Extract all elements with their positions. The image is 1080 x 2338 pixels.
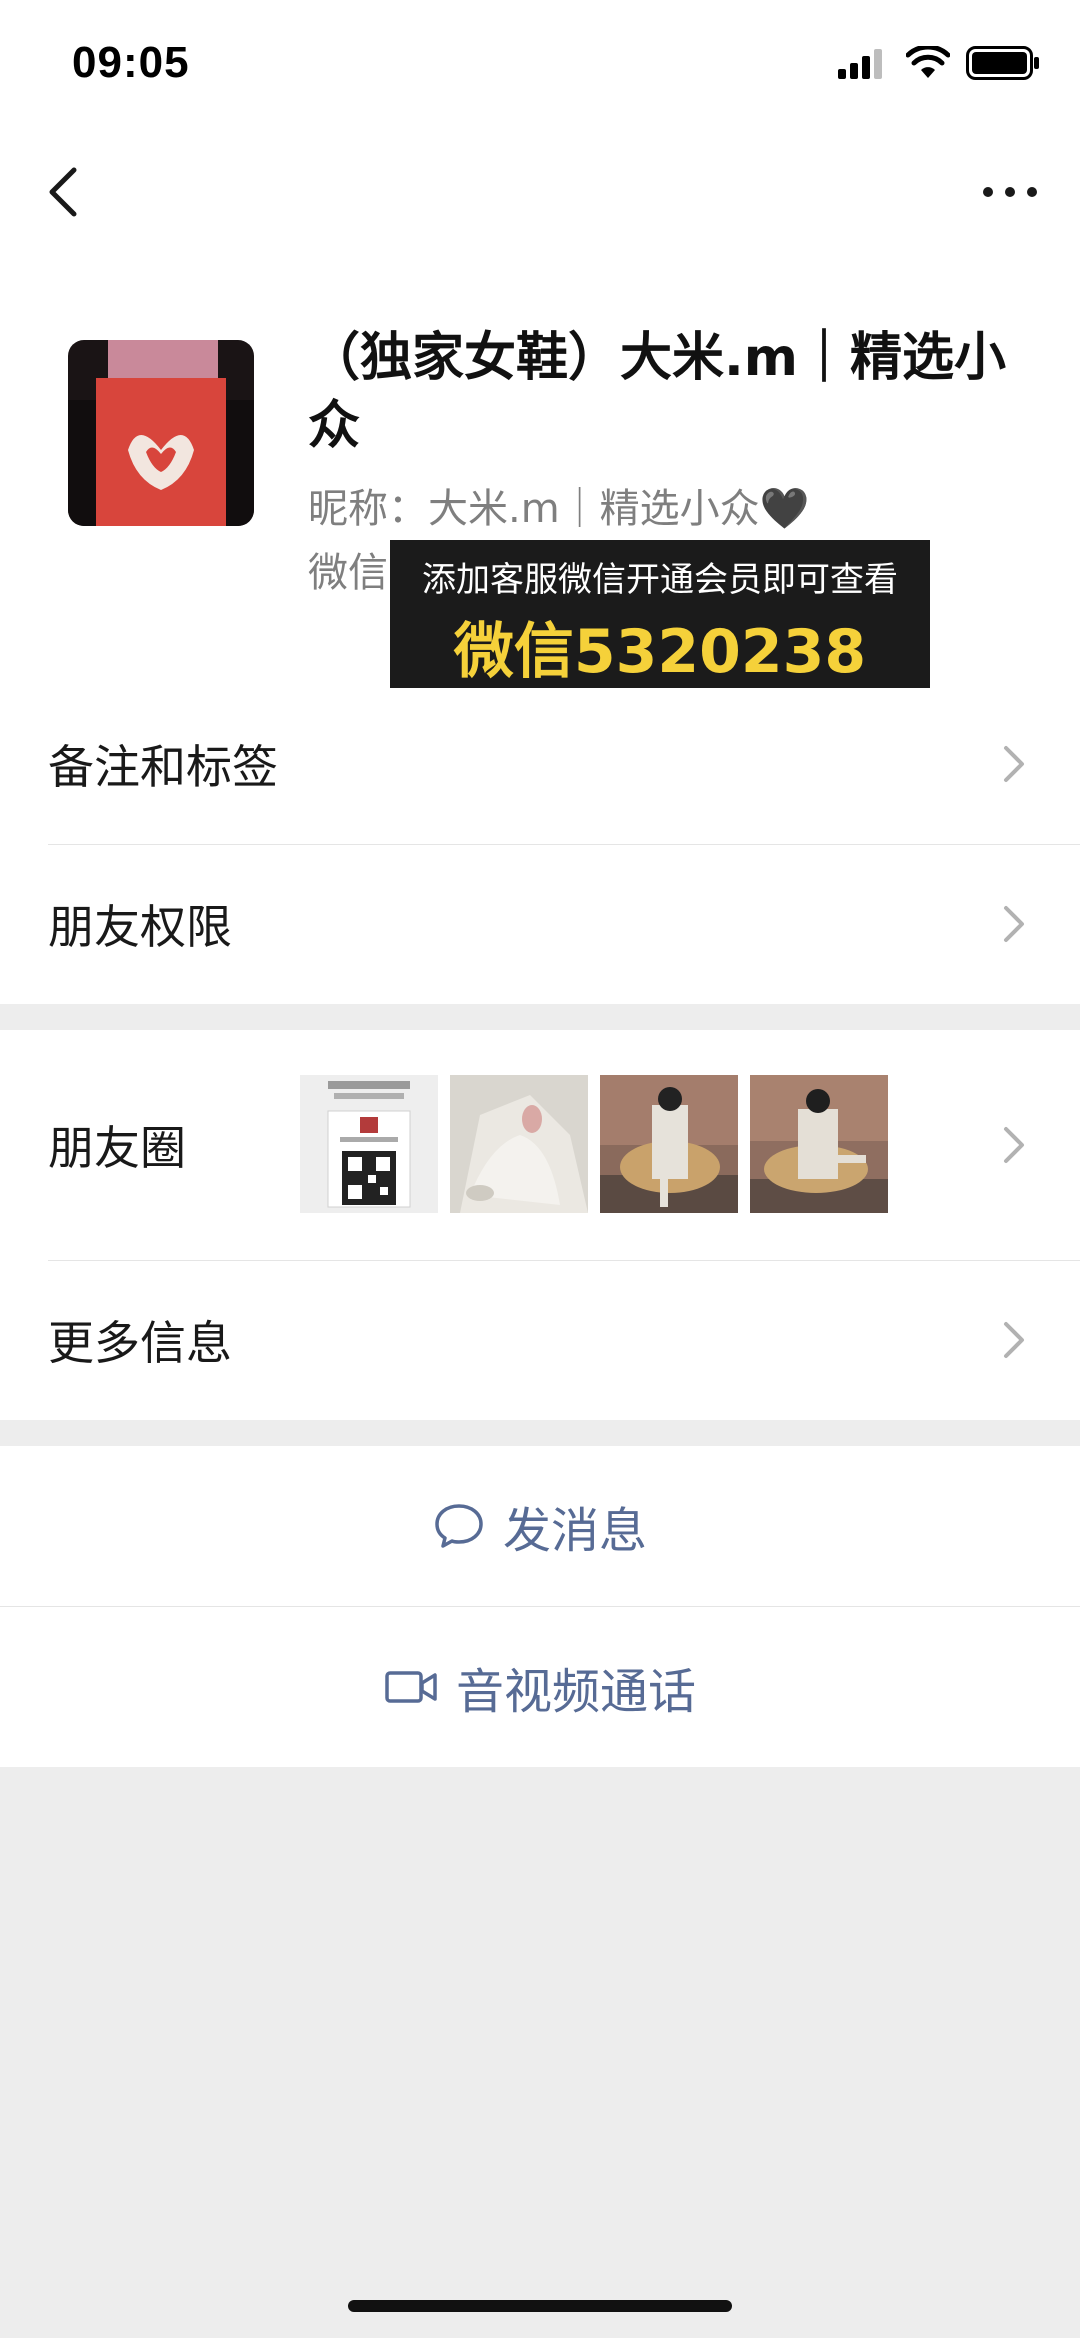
moments-thumbnails — [300, 1075, 888, 1213]
promo-text: 添加客服微信开通会员即可查看 — [422, 560, 898, 600]
settings-group: 备注和标签 朋友权限 — [0, 684, 1080, 1004]
video-camera-icon — [385, 1671, 437, 1703]
chat-bubble-icon — [435, 1504, 483, 1548]
notes-tags-label: 备注和标签 — [48, 740, 278, 794]
notes-tags-row[interactable]: 备注和标签 — [0, 684, 1080, 844]
more-options-icon[interactable] — [980, 172, 1040, 212]
battery-icon — [966, 46, 1039, 80]
home-indicator[interactable] — [348, 2300, 732, 2312]
video-call-label: 音视频通话 — [455, 1664, 696, 1720]
more-info-row[interactable]: 更多信息 — [0, 1260, 1080, 1420]
moments-label: 朋友圈 — [48, 1121, 186, 1175]
moments-row[interactable]: 朋友圈 — [0, 1030, 1080, 1260]
signal-icon — [838, 49, 882, 79]
status-time: 09:05 — [72, 38, 190, 87]
promo-banner: 添加客服微信开通会员即可查看 微信5320238 — [390, 540, 930, 688]
moments-thumbnail[interactable] — [450, 1075, 588, 1213]
chevron-right-icon — [1004, 1127, 1024, 1163]
moments-thumbnail[interactable] — [300, 1075, 438, 1213]
friend-permissions-label: 朋友权限 — [48, 900, 232, 954]
avatar-image — [68, 340, 254, 526]
friend-permissions-row[interactable]: 朋友权限 — [0, 844, 1080, 1004]
send-message-button[interactable]: 发消息 — [0, 1446, 1080, 1606]
contact-profile-screen: 09:05 （独家女鞋）大米.m｜精选小众 昵称：大米.m｜精选小众🖤 微信 添… — [0, 0, 1080, 2338]
nav-bar — [0, 132, 1080, 248]
moments-thumbnail[interactable] — [600, 1075, 738, 1213]
moments-thumbnail[interactable] — [750, 1075, 888, 1213]
video-call-button[interactable]: 音视频通话 — [0, 1607, 1080, 1767]
more-info-label: 更多信息 — [48, 1316, 232, 1370]
wifi-icon — [906, 46, 950, 78]
chevron-right-icon — [1004, 1322, 1024, 1358]
chevron-right-icon — [1004, 746, 1024, 782]
chevron-right-icon — [1004, 906, 1024, 942]
info-group: 朋友圈 更多信息 — [0, 1030, 1080, 1420]
back-arrow-icon[interactable] — [40, 162, 90, 222]
profile-title: （独家女鞋）大米.m｜精选小众 — [308, 328, 1006, 456]
profile-wechat-label: 微信 — [308, 550, 388, 596]
status-icons — [838, 46, 1040, 80]
status-bar: 09:05 — [0, 0, 1080, 132]
promo-wechat-id: 微信5320238 — [453, 617, 867, 687]
send-message-label: 发消息 — [502, 1503, 647, 1559]
profile-nickname: 昵称：大米.m｜精选小众🖤 — [308, 486, 810, 532]
avatar[interactable] — [68, 340, 254, 526]
